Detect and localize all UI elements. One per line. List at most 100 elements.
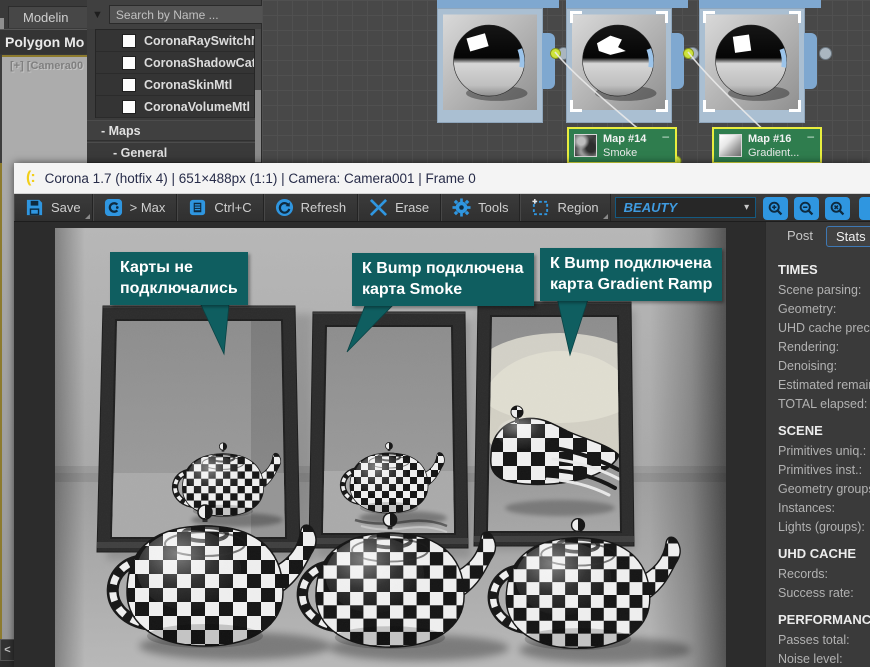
copy-button[interactable]: Ctrl+C (177, 194, 263, 221)
zoom-reset-button[interactable] (825, 197, 850, 220)
scrollbar-thumb[interactable] (255, 90, 261, 162)
region-marquee-icon (531, 198, 550, 217)
save-button[interactable]: Save (14, 194, 93, 221)
stats-tab-bar: Post Stats Hi (766, 222, 870, 253)
selection-corner (570, 100, 582, 112)
node-side-tab[interactable] (804, 33, 817, 89)
stats-section-uhd-cache: UHD CACHE (778, 546, 870, 561)
node-header-clipped (566, 0, 688, 8)
stats-row: UHD cache preco (778, 319, 870, 338)
map-node-title: Map #16 (748, 132, 807, 146)
material-node-3[interactable] (699, 8, 805, 123)
node-side-tab[interactable] (671, 33, 684, 89)
selection-corner (789, 100, 801, 112)
list-item-coronarayswitchmtl[interactable]: CoronaRaySwitchMtl (96, 30, 254, 52)
zoom-reset-icon (829, 200, 846, 217)
map-node-smoke[interactable]: Map #14 Smoke – (567, 127, 677, 164)
material-node-2[interactable] (566, 8, 672, 123)
refresh-label: Refresh (301, 200, 347, 215)
selection-corner (570, 11, 582, 23)
vfb-toolbar: Save > Max Ctrl+C (14, 194, 870, 222)
save-label: Save (51, 200, 81, 215)
list-item-label: CoronaShadowCatc.. (144, 56, 254, 70)
refresh-button[interactable]: Refresh (264, 194, 359, 221)
node-input-dot[interactable] (683, 48, 694, 59)
material-preview-sphere (572, 13, 666, 110)
dropdown-corner-icon (603, 214, 608, 219)
clipped-toolbar-button[interactable] (859, 197, 870, 220)
stats-row: Primitives inst.: (778, 461, 870, 480)
chevron-down-icon[interactable]: ▼ (92, 9, 103, 21)
list-item-coronaskinmtl[interactable]: CoronaSkinMtl (96, 74, 254, 96)
tab-post[interactable]: Post (778, 226, 822, 247)
zoom-out-icon (798, 200, 815, 217)
ribbon-panel-polygon-modeling[interactable]: Polygon Mo (0, 29, 87, 54)
stats-row: Noise level: (778, 650, 870, 667)
node-header-clipped (437, 0, 559, 8)
erase-button[interactable]: Erase (358, 194, 441, 221)
section-general[interactable]: - General (87, 142, 255, 163)
ribbon-tab-modeling[interactable]: Modelin (8, 6, 88, 28)
stats-row: Passes total: (778, 631, 870, 650)
node-input-dot[interactable] (550, 48, 561, 59)
collapse-icon[interactable]: – (662, 129, 669, 143)
list-item-coronashadowcatcher[interactable]: CoronaShadowCatc.. (96, 52, 254, 74)
node-side-tab[interactable] (542, 33, 555, 89)
zoom-in-button[interactable] (763, 197, 788, 220)
copy-icon (188, 198, 207, 217)
callout-line: карта Smoke (362, 279, 524, 300)
vfb-stats-panel: Post Stats Hi TIMES Scene parsing: Geome… (765, 222, 870, 667)
chevron-down-icon: ▾ (738, 202, 755, 213)
save-icon (25, 198, 44, 217)
max-viewport-left-strip (0, 163, 14, 639)
send-to-max-button[interactable]: > Max (93, 194, 178, 221)
zoom-in-icon (767, 200, 784, 217)
render-channel-select[interactable]: BEAUTY ▾ (615, 197, 756, 218)
callout-line: Карты не (120, 257, 238, 278)
gear-icon (452, 198, 471, 217)
vfb-title-bar[interactable]: (: Corona 1.7 (hotfix 4) | 651×488px (1:… (14, 163, 870, 194)
copy-label: Ctrl+C (214, 200, 251, 215)
region-button[interactable]: Region (520, 194, 610, 221)
tab-stats[interactable]: Stats (826, 226, 870, 247)
region-label: Region (557, 200, 598, 215)
node-header-clipped (699, 0, 821, 8)
refresh-icon (275, 198, 294, 217)
list-item-coronavolumemtl[interactable]: CoronaVolumeMtl (96, 96, 254, 118)
stats-row: Geometry: (778, 300, 870, 319)
stats-row: Scene parsing: (778, 281, 870, 300)
tools-label: Tools (478, 200, 508, 215)
callout-line: карта Gradient Ramp (550, 274, 712, 295)
list-item-label: CoronaVolumeMtl (144, 100, 250, 114)
erase-x-icon (369, 198, 388, 217)
dropdown-corner-icon (85, 214, 90, 219)
material-swatch-icon (122, 34, 136, 48)
stats-row: Lights (groups): (778, 518, 870, 537)
search-input[interactable] (109, 5, 278, 24)
viewport-camera-label[interactable]: [+] [Camera00 (10, 60, 83, 72)
zoom-out-button[interactable] (794, 197, 819, 220)
stats-row: Instances: (778, 499, 870, 518)
map-node-subtitle: Gradient... (748, 146, 807, 160)
browser-header: ▼ (87, 0, 261, 29)
list-item-label: CoronaSkinMtl (144, 78, 232, 92)
section-maps[interactable]: - Maps (87, 120, 255, 141)
stats-row: Estimated remain (778, 376, 870, 395)
material-node-1[interactable] (437, 8, 543, 123)
selection-corner (656, 11, 668, 23)
map-node-gradient-ramp[interactable]: Map #16 Gradient... – (712, 127, 822, 164)
timeline-track (0, 661, 15, 667)
list-item-label: CoronaRaySwitchMtl (144, 34, 254, 48)
stats-row: TOTAL elapsed: (778, 395, 870, 414)
erase-label: Erase (395, 200, 429, 215)
material-preview-sphere (705, 13, 799, 110)
timeline-back-button[interactable]: < (0, 639, 15, 661)
callout-smoke-map: К Bump подключена карта Smoke (352, 253, 534, 306)
collapse-icon[interactable]: – (807, 129, 814, 143)
selection-corner (703, 11, 715, 23)
material-swatch-icon (122, 56, 136, 70)
map-node-title: Map #14 (603, 132, 662, 146)
stats-row: Success rate: (778, 584, 870, 603)
tools-button[interactable]: Tools (441, 194, 520, 221)
node-output-dot[interactable] (819, 47, 832, 60)
